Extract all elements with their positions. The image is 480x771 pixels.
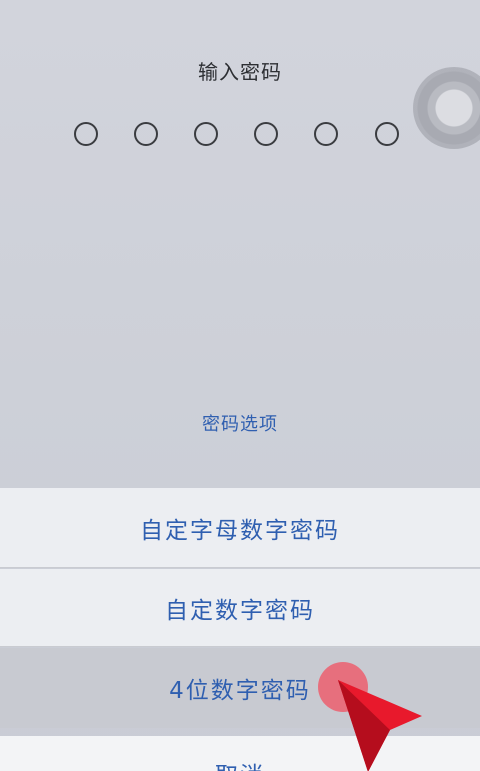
passcode-dot	[134, 122, 158, 146]
page-title: 输入密码	[198, 60, 282, 84]
option-label: 自定数字密码	[165, 597, 315, 624]
passcode-dot	[254, 122, 278, 146]
option-label: 自定字母数字密码	[140, 517, 340, 544]
option-custom-numeric[interactable]: 自定数字密码	[0, 569, 480, 647]
passcode-options-link[interactable]: 密码选项	[0, 410, 480, 436]
passcode-screen: 输入密码 密码选项 自定字母数字密码 自定数字密码 4位数字密码 取消	[0, 0, 480, 771]
passcode-dot	[314, 122, 338, 146]
option-label: 4位数字密码	[169, 678, 311, 704]
cancel-label: 取消	[215, 756, 265, 771]
passcode-dot	[74, 122, 98, 146]
passcode-dots	[0, 122, 480, 154]
passcode-dot	[375, 122, 399, 146]
pointer-arrow-icon	[338, 680, 422, 771]
passcode-dot	[194, 122, 218, 146]
option-custom-alphanumeric[interactable]: 自定字母数字密码	[0, 488, 480, 568]
